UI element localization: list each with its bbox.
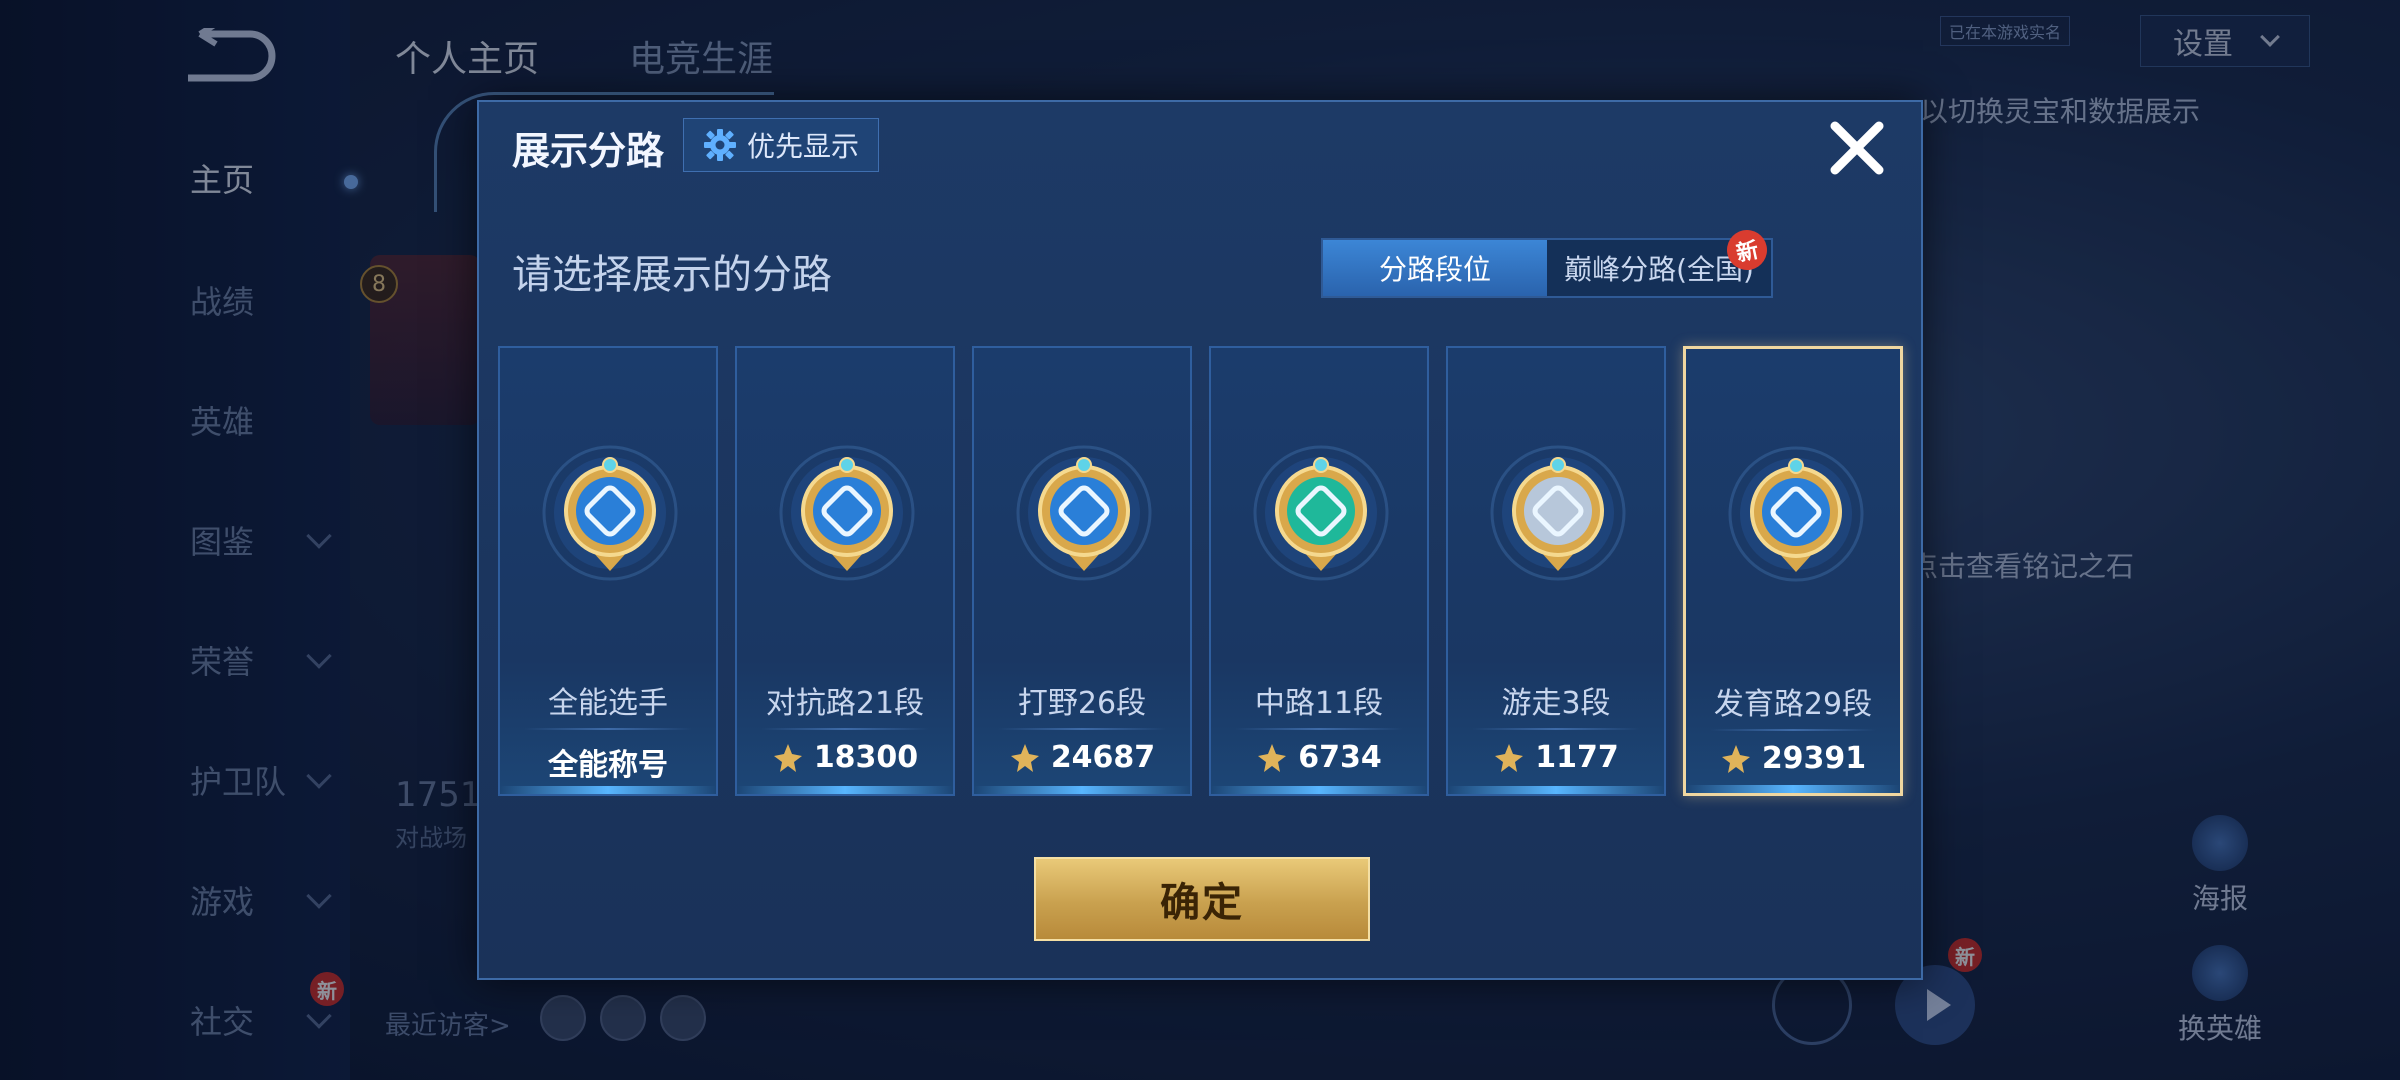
lane-score-value: 18300 [813,740,919,775]
lane-card[interactable]: 游走3段 1177 [1446,346,1666,796]
lane-name: 游走3段 [1501,686,1611,721]
divider [524,728,692,730]
lane-card[interactable]: 中路11段 6734 [1209,346,1429,796]
close-icon[interactable] [1825,116,1889,180]
lane-name: 打野26段 [1017,686,1147,721]
divider [1710,729,1876,731]
card-glow [974,786,1190,794]
lane-score: 24687 [974,740,1190,775]
divider [1472,728,1640,730]
rank-points-icon [1495,743,1524,772]
section-heading: 请选择展示的分路 [512,252,832,298]
rank-points-icon [1258,743,1287,772]
lane-name: 发育路29段 [1713,687,1873,722]
lane-score-value: 1177 [1535,740,1619,775]
card-glow [737,786,953,794]
card-glow [1448,786,1664,794]
all-round-emblem-icon [542,445,678,581]
priority-display-button[interactable]: 优先显示 [683,118,879,172]
rank-points-icon [1010,743,1039,772]
roam-emblem-icon [1490,445,1626,581]
lane-card[interactable]: 全能选手 全能称号 [498,346,718,796]
lane-score-value: 29391 [1761,741,1867,776]
lane-card[interactable]: 发育路29段 29391 [1683,346,1903,796]
lane-display-dialog: 展示分路 优先显示 请选择展示的分路 分路段位 巅峰分路(全国) 新 全能选手 … [434,92,1923,980]
lane-name: 全能选手 [548,686,668,721]
lane-score-value: 全能称号 [548,748,668,783]
lane-tabs: 分路段位 巅峰分路(全国) 新 [1321,226,1773,298]
jungle-emblem-icon [1016,445,1152,581]
farm-lane-emblem-icon [1728,446,1864,582]
card-glow [1211,786,1427,794]
confirm-button[interactable]: 确定 [1034,857,1370,941]
lane-score: 1177 [1448,740,1664,775]
lane-card[interactable]: 打野26段 24687 [972,346,1192,796]
tab-label: 分路段位 [1378,253,1491,286]
card-glow [1686,785,1900,793]
lane-card[interactable]: 对抗路21段 18300 [735,346,955,796]
card-glow [500,786,716,794]
divider [761,728,929,730]
priority-display-label: 优先显示 [746,130,859,163]
divider [1235,728,1403,730]
rank-points-icon [1721,744,1750,773]
lane-score-value: 6734 [1298,740,1382,775]
lane-score: 29391 [1686,741,1900,776]
clash-lane-emblem-icon [779,445,915,581]
lane-name: 对抗路21段 [765,686,925,721]
tab-lane-rank[interactable]: 分路段位 [1323,240,1547,296]
tab-label: 巅峰分路(全国) [1564,253,1754,286]
gear-icon [703,129,736,161]
lane-score: 6734 [1211,740,1427,775]
lane-score: 全能称号 [500,740,716,784]
mid-lane-emblem-icon [1253,445,1389,581]
lane-name: 中路11段 [1254,686,1384,721]
lane-score: 18300 [737,740,953,775]
tab-peak-lane[interactable]: 巅峰分路(全国) 新 [1547,226,1771,296]
rank-points-icon [773,743,802,772]
lane-score-value: 24687 [1050,740,1156,775]
divider [998,728,1166,730]
dialog-title: 展示分路 [512,129,665,173]
